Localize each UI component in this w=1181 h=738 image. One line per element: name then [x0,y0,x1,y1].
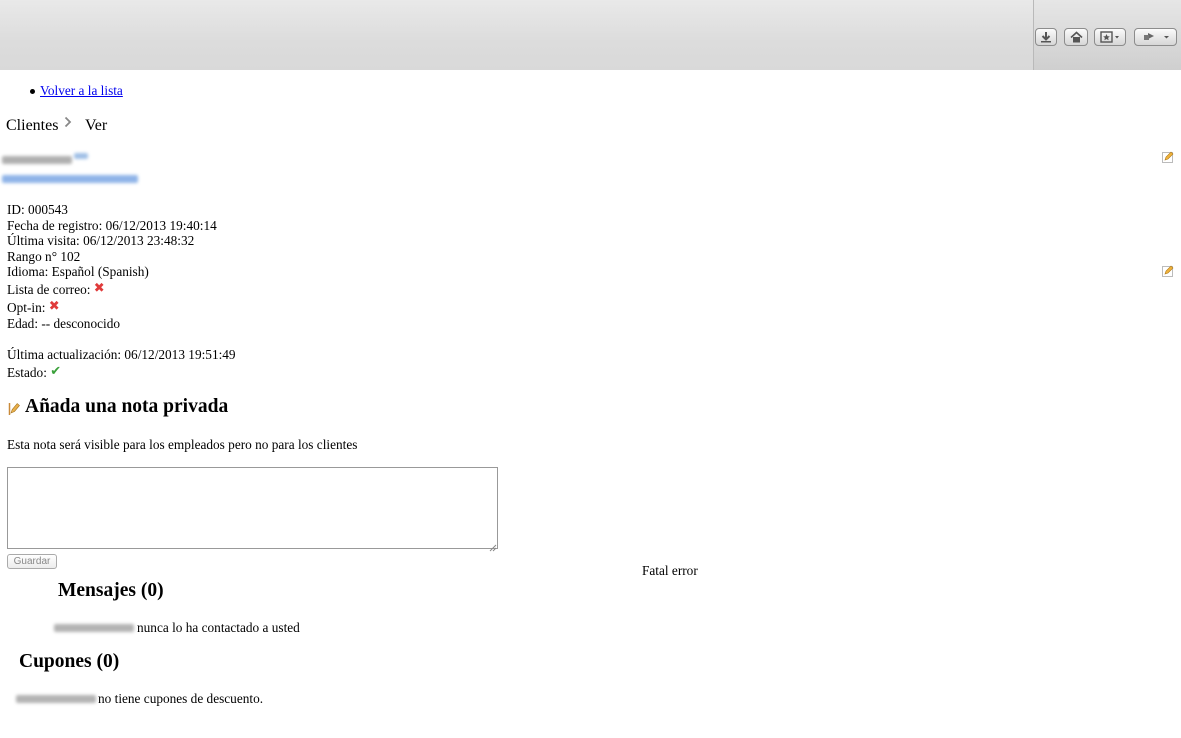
home-icon[interactable] [1064,28,1088,46]
status-row: Estado: ✔ [7,364,62,382]
bookmark-icon[interactable] [1094,28,1126,46]
coupons-title: Cupones (0) [19,651,120,672]
cross-icon[interactable]: ✖ [94,281,105,297]
edit-icon[interactable] [1162,151,1174,163]
last-update: Última actualización: 06/12/2013 19:51:4… [7,347,236,362]
messages-title: Mensajes (0) [58,580,164,601]
private-note-title: Añada una nota privada [25,396,229,417]
cross-icon[interactable]: ✖ [49,299,60,315]
breadcrumb-current: Ver [85,117,108,134]
browser-toolbar [1033,0,1181,70]
messages-empty-text: nunca lo ha contactado a usted [137,620,300,635]
customer-name-redacted [54,624,134,632]
chevron-right-icon [64,116,72,132]
resize-handle-icon[interactable] [489,540,497,552]
customer-gender-redacted [74,153,88,159]
mailing-list-row: Lista de correo: ✖ [7,281,105,299]
note-icon [8,402,21,420]
back-to-list-link[interactable]: Volver a la lista [40,83,123,99]
save-button[interactable]: Guardar [7,554,57,569]
customer-email-redacted[interactable] [2,175,138,183]
edit-icon[interactable] [1162,265,1174,277]
extension-icon[interactable] [1134,28,1177,46]
mailing-list-label: Lista de correo: [7,282,91,297]
status-label: Estado: [7,365,47,380]
last-visit: Última visita: 06/12/2013 23:48:32 [7,233,195,248]
private-note-description: Esta nota será visible para los empleado… [7,437,358,452]
list-bullet [30,89,35,94]
customer-rank: Rango n° 102 [7,249,81,264]
registration-date: Fecha de registro: 06/12/2013 19:40:14 [7,218,217,233]
private-note-textarea[interactable] [7,467,498,549]
coupons-empty-text: no tiene cupones de descuento. [98,691,264,706]
error-message: Fatal error [642,563,698,578]
customer-name-redacted [16,695,96,703]
customer-language: Idioma: Español (Spanish) [7,264,149,279]
customer-age: Edad: -- desconocido [7,316,120,331]
customer-name-redacted [2,156,72,164]
breadcrumb: Clientes [6,117,58,135]
checkmark-icon: ✔ [50,364,62,379]
browser-chrome [0,0,1181,70]
opt-in-row: Opt-in: ✖ [7,299,60,317]
customer-id: ID: 000543 [7,202,68,217]
opt-in-label: Opt-in: [7,300,46,315]
breadcrumb-parent[interactable]: Clientes [6,117,58,134]
download-icon[interactable] [1035,28,1057,46]
